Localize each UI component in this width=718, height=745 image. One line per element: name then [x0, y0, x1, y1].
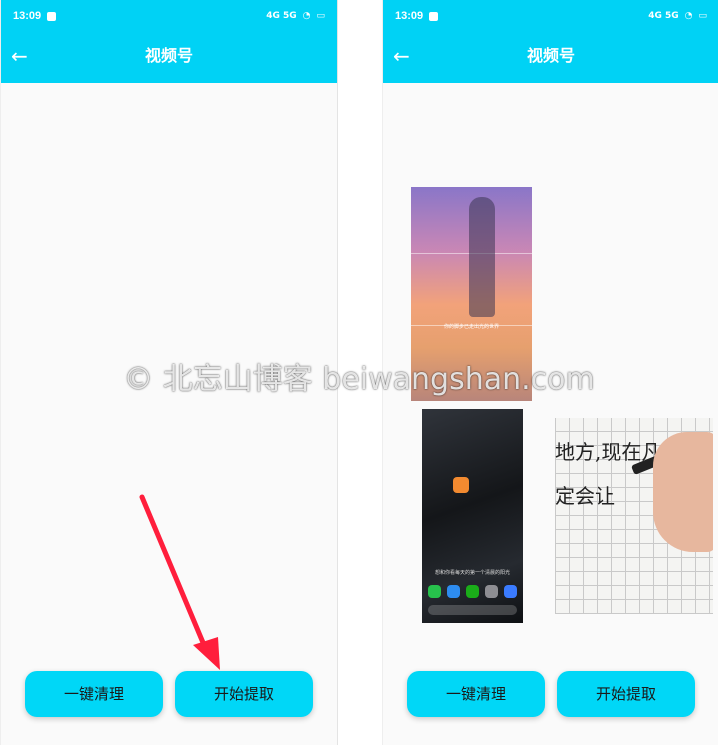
arrow-head	[193, 637, 220, 670]
arrow-shaft	[139, 494, 207, 648]
watermark: © 北忘山博客 beiwangshan.com	[123, 362, 595, 397]
